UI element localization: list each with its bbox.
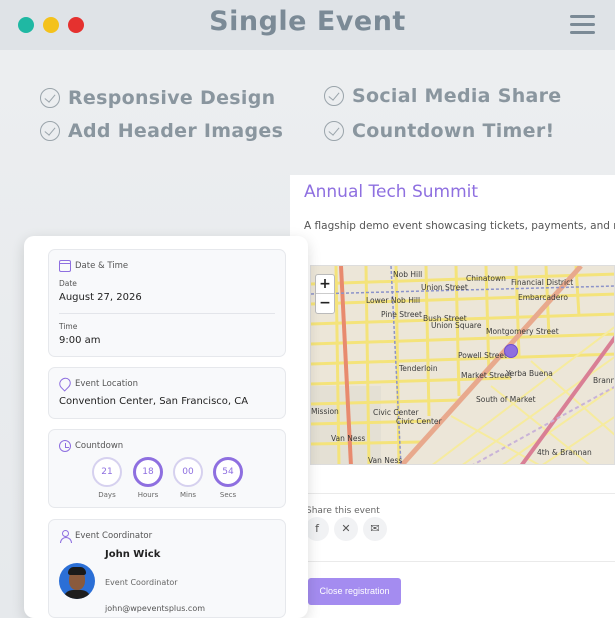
- date-time-title: Date & Time: [75, 261, 129, 271]
- countdown-secs: 54 Secs: [213, 457, 243, 499]
- map-label: Van Ness: [368, 456, 403, 465]
- x-icon[interactable]: ✕: [334, 517, 358, 541]
- map-pin-icon: [56, 375, 74, 392]
- time-label: Time: [59, 322, 78, 331]
- map-zoom-control: + −: [315, 274, 335, 314]
- check-circle-icon: [324, 86, 344, 106]
- feature-label: Countdown Timer!: [352, 120, 555, 142]
- date-value: August 27, 2026: [59, 292, 142, 303]
- divider: [290, 561, 615, 562]
- map-label: Van Ness: [331, 434, 366, 443]
- coordinator-role: Event Coordinator: [105, 578, 178, 587]
- facebook-icon[interactable]: f: [305, 517, 329, 541]
- map-label: Lower Nob Hill: [366, 296, 421, 305]
- app-title: Single Event: [209, 6, 406, 37]
- map-label: Montgomery Street: [486, 327, 559, 336]
- countdown-ring: 21: [92, 457, 122, 487]
- countdown-unit: Mins: [179, 491, 197, 499]
- divider: [290, 493, 615, 494]
- map-label: Union Street: [421, 283, 468, 292]
- section-header: Event Location: [56, 375, 139, 392]
- coordinator-title: Event Coordinator: [75, 531, 153, 541]
- coordinator-section: Event Coordinator John Wick Event Coordi…: [48, 519, 286, 618]
- map-label: Nob Hill: [393, 270, 423, 279]
- map-label: Powell Street: [458, 351, 507, 360]
- map-label: Civic Center: [396, 417, 442, 426]
- section-header: Countdown: [59, 440, 123, 452]
- countdown-unit: Days: [98, 491, 116, 499]
- hamburger-menu-icon[interactable]: [570, 15, 595, 35]
- event-panel: Annual Tech Summit A flagship demo event…: [290, 175, 615, 618]
- map-label: Mission: [311, 407, 339, 416]
- feature-item: Responsive Design: [40, 87, 275, 109]
- section-header: Date & Time: [59, 260, 128, 272]
- close-registration-button[interactable]: Close registration: [308, 578, 401, 605]
- mail-icon[interactable]: ✉: [363, 517, 387, 541]
- location-title: Event Location: [75, 378, 139, 389]
- countdown-unit: Secs: [219, 491, 237, 499]
- date-label: Date: [59, 279, 77, 288]
- time-value: 9:00 am: [59, 335, 101, 346]
- countdown-unit: Hours: [137, 491, 159, 499]
- map-label: Tenderloin: [399, 364, 438, 373]
- event-description: A flagship demo event showcasing tickets…: [304, 220, 615, 232]
- countdown-mins: 00 Mins: [173, 457, 203, 499]
- map-label: Bush Street: [423, 314, 467, 323]
- calendar-icon: [59, 260, 71, 272]
- zoom-out-button[interactable]: −: [316, 294, 334, 313]
- check-circle-icon: [40, 121, 60, 141]
- divider: [59, 313, 275, 314]
- section-header: Event Coordinator: [59, 530, 153, 543]
- map-label: Pine Street: [381, 310, 422, 319]
- countdown-ring: 00: [173, 457, 203, 487]
- check-circle-icon: [40, 88, 60, 108]
- coordinator-email-link[interactable]: john@wpeventsplus.com: [105, 604, 205, 613]
- map-label: Market Street: [461, 371, 512, 380]
- check-circle-icon: [324, 121, 344, 141]
- location-pin-icon[interactable]: [504, 344, 518, 358]
- map-label: Brannan: [593, 376, 615, 385]
- map-label: 4th & Brannan: [537, 448, 592, 457]
- feature-label: Add Header Images: [68, 120, 284, 142]
- event-title: Annual Tech Summit: [304, 182, 479, 202]
- countdown-ring: 18: [133, 457, 163, 487]
- countdown-ring: 54: [213, 457, 243, 487]
- event-map[interactable]: Nob Hill Chinatown Financial District Em…: [310, 265, 615, 465]
- countdown-section: Countdown 21 Days 18 Hours 00 Mins 54 Se…: [48, 429, 286, 508]
- map-label: Yerba Buena: [506, 369, 553, 378]
- location-value: Convention Center, San Francisco, CA: [59, 396, 249, 407]
- avatar: [59, 563, 95, 599]
- clock-icon: [59, 440, 71, 452]
- user-icon: [59, 530, 72, 543]
- share-label: Share this event: [306, 506, 380, 516]
- map-label: Civic Center: [373, 408, 419, 417]
- map-label: South of Market: [476, 395, 536, 404]
- countdown-days: 21 Days: [92, 457, 122, 499]
- coordinator-name: John Wick: [105, 549, 161, 560]
- map-label: Embarcadero: [518, 293, 568, 302]
- zoom-in-button[interactable]: +: [316, 275, 334, 294]
- countdown-hours: 18 Hours: [133, 457, 163, 499]
- feature-item: Countdown Timer!: [324, 120, 554, 142]
- date-time-section: Date & Time Date August 27, 2026 Time 9:…: [48, 249, 286, 357]
- map-label: Financial District: [511, 278, 574, 287]
- location-section: Event Location Convention Center, San Fr…: [48, 367, 286, 419]
- window-titlebar: Single Event: [0, 0, 615, 50]
- event-details-card: Date & Time Date August 27, 2026 Time 9:…: [24, 236, 308, 618]
- feature-item: Social Media Share: [324, 85, 562, 107]
- countdown-title: Countdown: [75, 441, 124, 451]
- feature-item: Add Header Images: [40, 120, 283, 142]
- feature-label: Social Media Share: [352, 85, 562, 107]
- feature-label: Responsive Design: [68, 87, 276, 109]
- map-label: Chinatown: [466, 274, 506, 283]
